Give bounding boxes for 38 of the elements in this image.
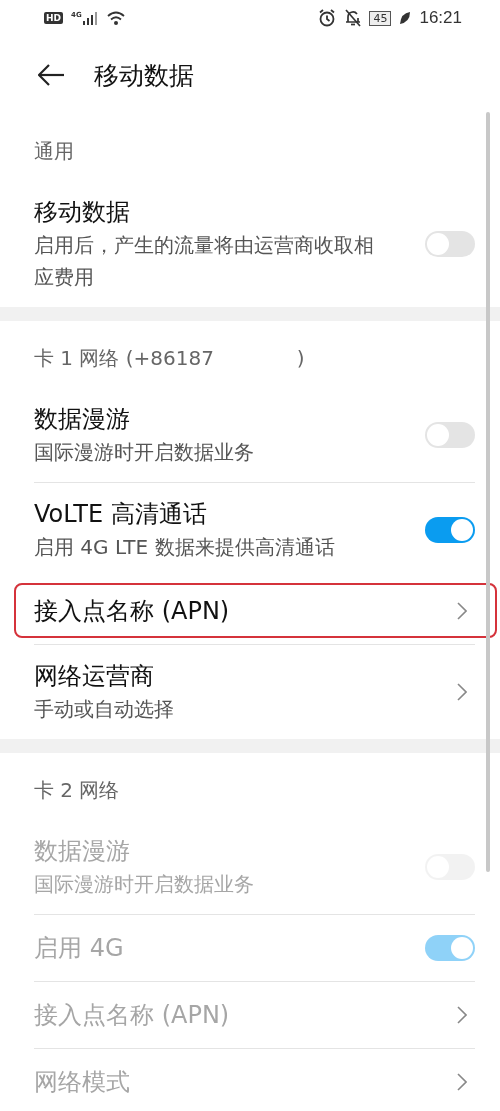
row-title: 接入点名称 (APN) bbox=[34, 1000, 231, 1031]
settings-row[interactable]: 数据漫游 国际漫游时开启数据业务 bbox=[34, 388, 475, 482]
row-subtitle: 启用 4G LTE 数据来提供高清通话 bbox=[34, 534, 336, 561]
toggle-switch[interactable] bbox=[425, 517, 475, 543]
hd-icon: HD bbox=[44, 12, 63, 24]
row-title: 数据漫游 bbox=[34, 404, 131, 435]
row-subtitle: 国际漫游时开启数据业务 bbox=[34, 871, 255, 898]
back-arrow-icon bbox=[38, 64, 64, 86]
row-subtitle: 国际漫游时开启数据业务 bbox=[34, 439, 255, 466]
row-title: 移动数据 bbox=[34, 197, 131, 228]
row-title: 启用 4G bbox=[34, 933, 125, 964]
row-title: 接入点名称 (APN) bbox=[34, 596, 231, 627]
settings-row[interactable]: 移动数据 启用后，产生的流量将由运营商收取相应费用 bbox=[34, 181, 475, 307]
settings-row[interactable]: 接入点名称 (APN) bbox=[14, 583, 497, 638]
page-title: 移动数据 bbox=[94, 59, 194, 92]
section-header: 卡 2 网络 bbox=[34, 777, 121, 804]
signal-icon bbox=[81, 11, 98, 25]
battery-icon: 45 bbox=[369, 10, 392, 26]
leaf-icon bbox=[399, 11, 412, 25]
chevron-right-icon bbox=[457, 602, 467, 620]
row-title: 网络运营商 bbox=[34, 661, 155, 692]
row-title: VoLTE 高清通话 bbox=[34, 499, 208, 530]
section-header: 通用 bbox=[34, 138, 75, 165]
section-header: 卡 1 网络 (+86187 ) bbox=[34, 345, 306, 372]
chevron-right-icon bbox=[457, 1073, 467, 1091]
toggle-switch[interactable] bbox=[425, 422, 475, 448]
alarm-icon bbox=[318, 9, 337, 27]
toggle-switch[interactable] bbox=[425, 231, 475, 257]
row-subtitle: 手动或自动选择 bbox=[34, 696, 175, 723]
chevron-right-icon bbox=[457, 1006, 467, 1024]
settings-row[interactable]: VoLTE 高清通话 启用 4G LTE 数据来提供高清通话 bbox=[34, 482, 475, 577]
bell-off-icon bbox=[344, 9, 362, 27]
chevron-right-icon bbox=[457, 683, 467, 701]
row-title: 网络模式 bbox=[34, 1067, 131, 1098]
row-subtitle: 启用后，产生的流量将由运营商收取相应费用 bbox=[34, 232, 374, 291]
wifi-icon bbox=[105, 10, 126, 26]
row-title: 数据漫游 bbox=[34, 836, 131, 867]
status-time: 16:21 bbox=[419, 8, 462, 28]
